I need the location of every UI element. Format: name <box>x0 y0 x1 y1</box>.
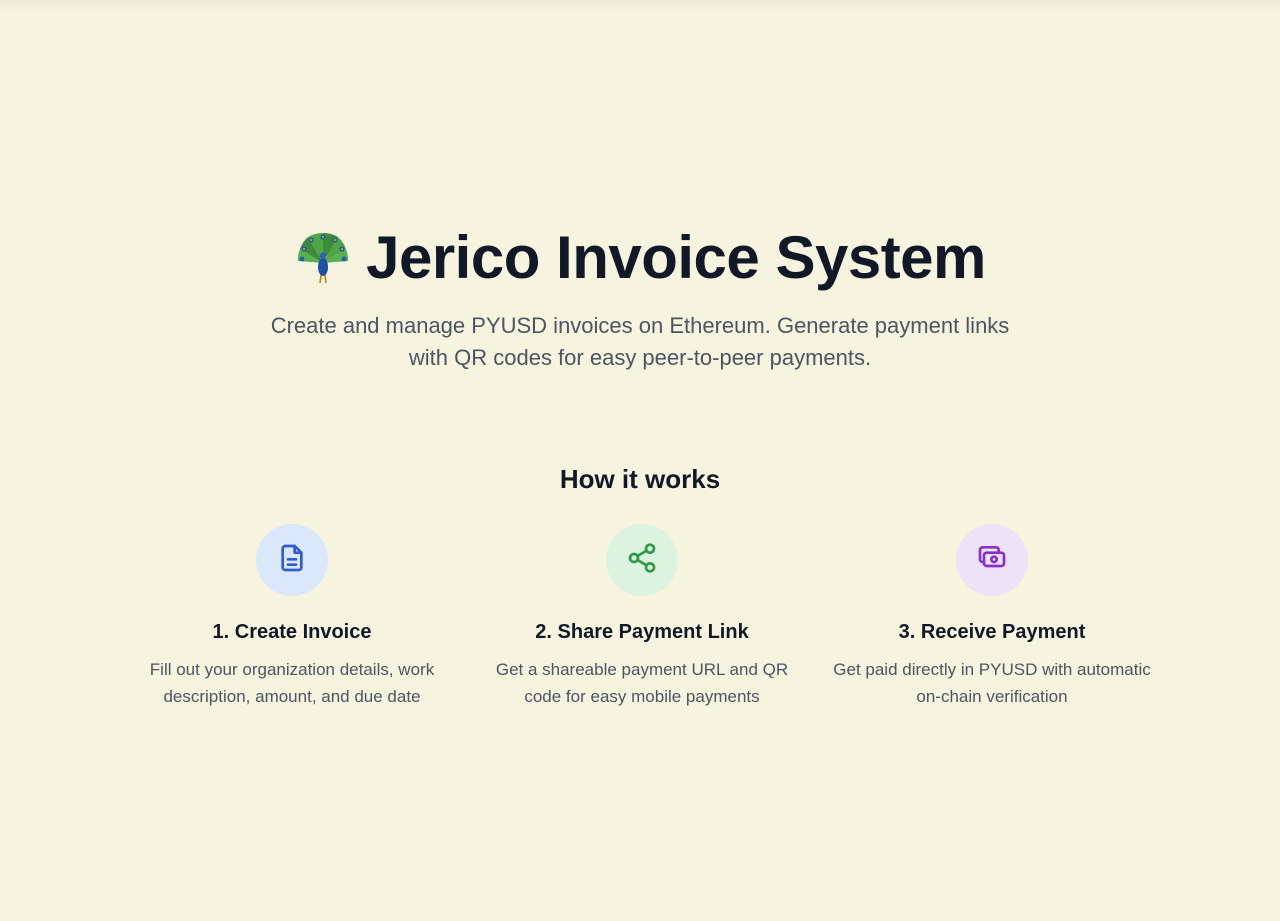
step-share-payment-link: 2. Share Payment Link Get a shareable pa… <box>467 524 817 710</box>
hero-section: Jerico Invoice System Create and manage … <box>0 222 1280 374</box>
step-description: Fill out your organization details, work… <box>149 660 435 706</box>
steps-list: 1. Create Invoice Fill out your organiza… <box>117 524 1167 710</box>
step-icon-circle <box>256 524 328 596</box>
how-it-works-section: How it works <box>0 462 1280 496</box>
cash-icon <box>976 542 1008 579</box>
share-icon <box>626 542 658 579</box>
page-title-text: Jerico Invoice System <box>366 224 986 291</box>
peacock-icon <box>294 229 352 287</box>
step-title: 1. Create Invoice <box>212 621 372 643</box>
document-icon <box>276 542 308 579</box>
step-create-invoice: 1. Create Invoice Fill out your organiza… <box>117 524 467 710</box>
step-title: 2. Share Payment Link <box>535 621 749 643</box>
step-description: Get a shareable payment URL and QR code … <box>495 660 789 706</box>
top-shadow <box>0 0 1280 14</box>
step-receive-payment: 3. Receive Payment Get paid directly in … <box>817 524 1167 710</box>
step-title: 3. Receive Payment <box>898 621 1086 643</box>
how-it-works-title: How it works <box>559 464 721 494</box>
step-description: Get paid directly in PYUSD with automati… <box>833 660 1151 706</box>
page-subtitle: Create and manage PYUSD invoices on Ethe… <box>270 313 1010 370</box>
step-icon-circle <box>956 524 1028 596</box>
step-icon-circle <box>606 524 678 596</box>
page-title: Jerico Invoice System <box>0 222 1280 294</box>
